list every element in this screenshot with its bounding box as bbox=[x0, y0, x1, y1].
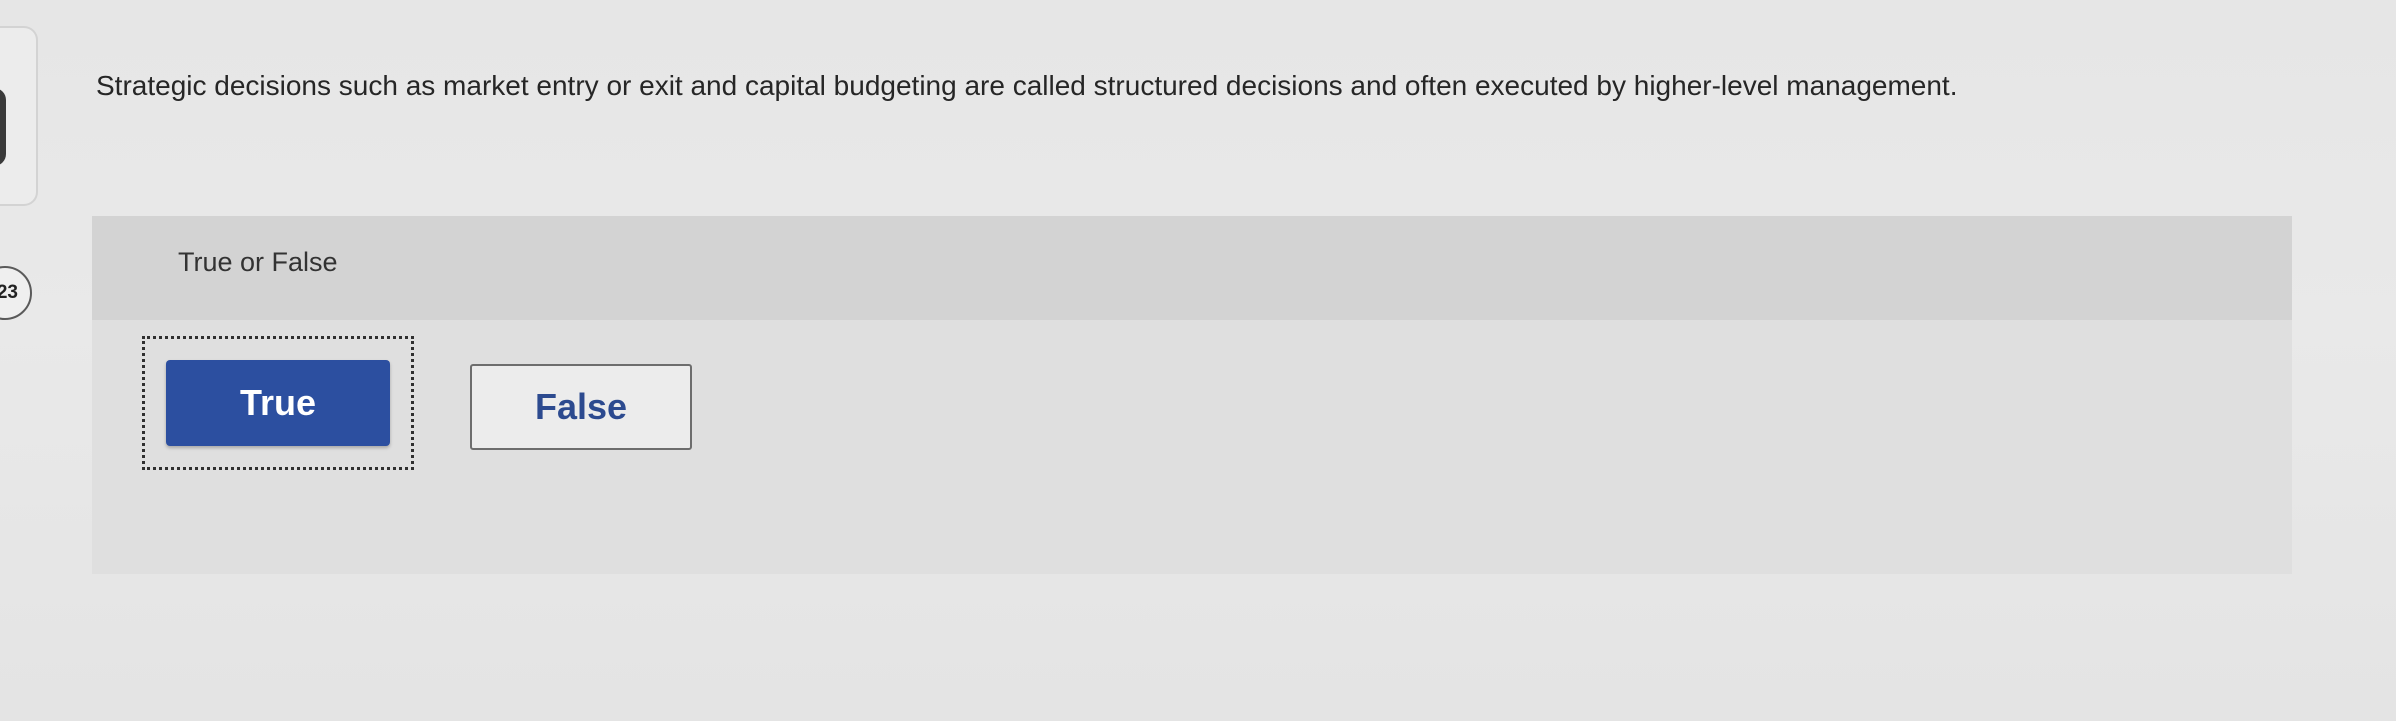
question-marker bbox=[0, 88, 6, 166]
answer-panel-header: True or False bbox=[92, 216, 2292, 320]
question-prompt: Strategic decisions such as market entry… bbox=[96, 70, 1958, 101]
question-type-label: True or False bbox=[178, 247, 338, 277]
answer-panel: True or False True False bbox=[92, 216, 2292, 574]
true-button[interactable]: True bbox=[166, 360, 390, 446]
question-number-badge: 23 bbox=[0, 266, 32, 320]
previous-question-card bbox=[0, 26, 38, 206]
false-button[interactable]: False bbox=[470, 364, 692, 450]
